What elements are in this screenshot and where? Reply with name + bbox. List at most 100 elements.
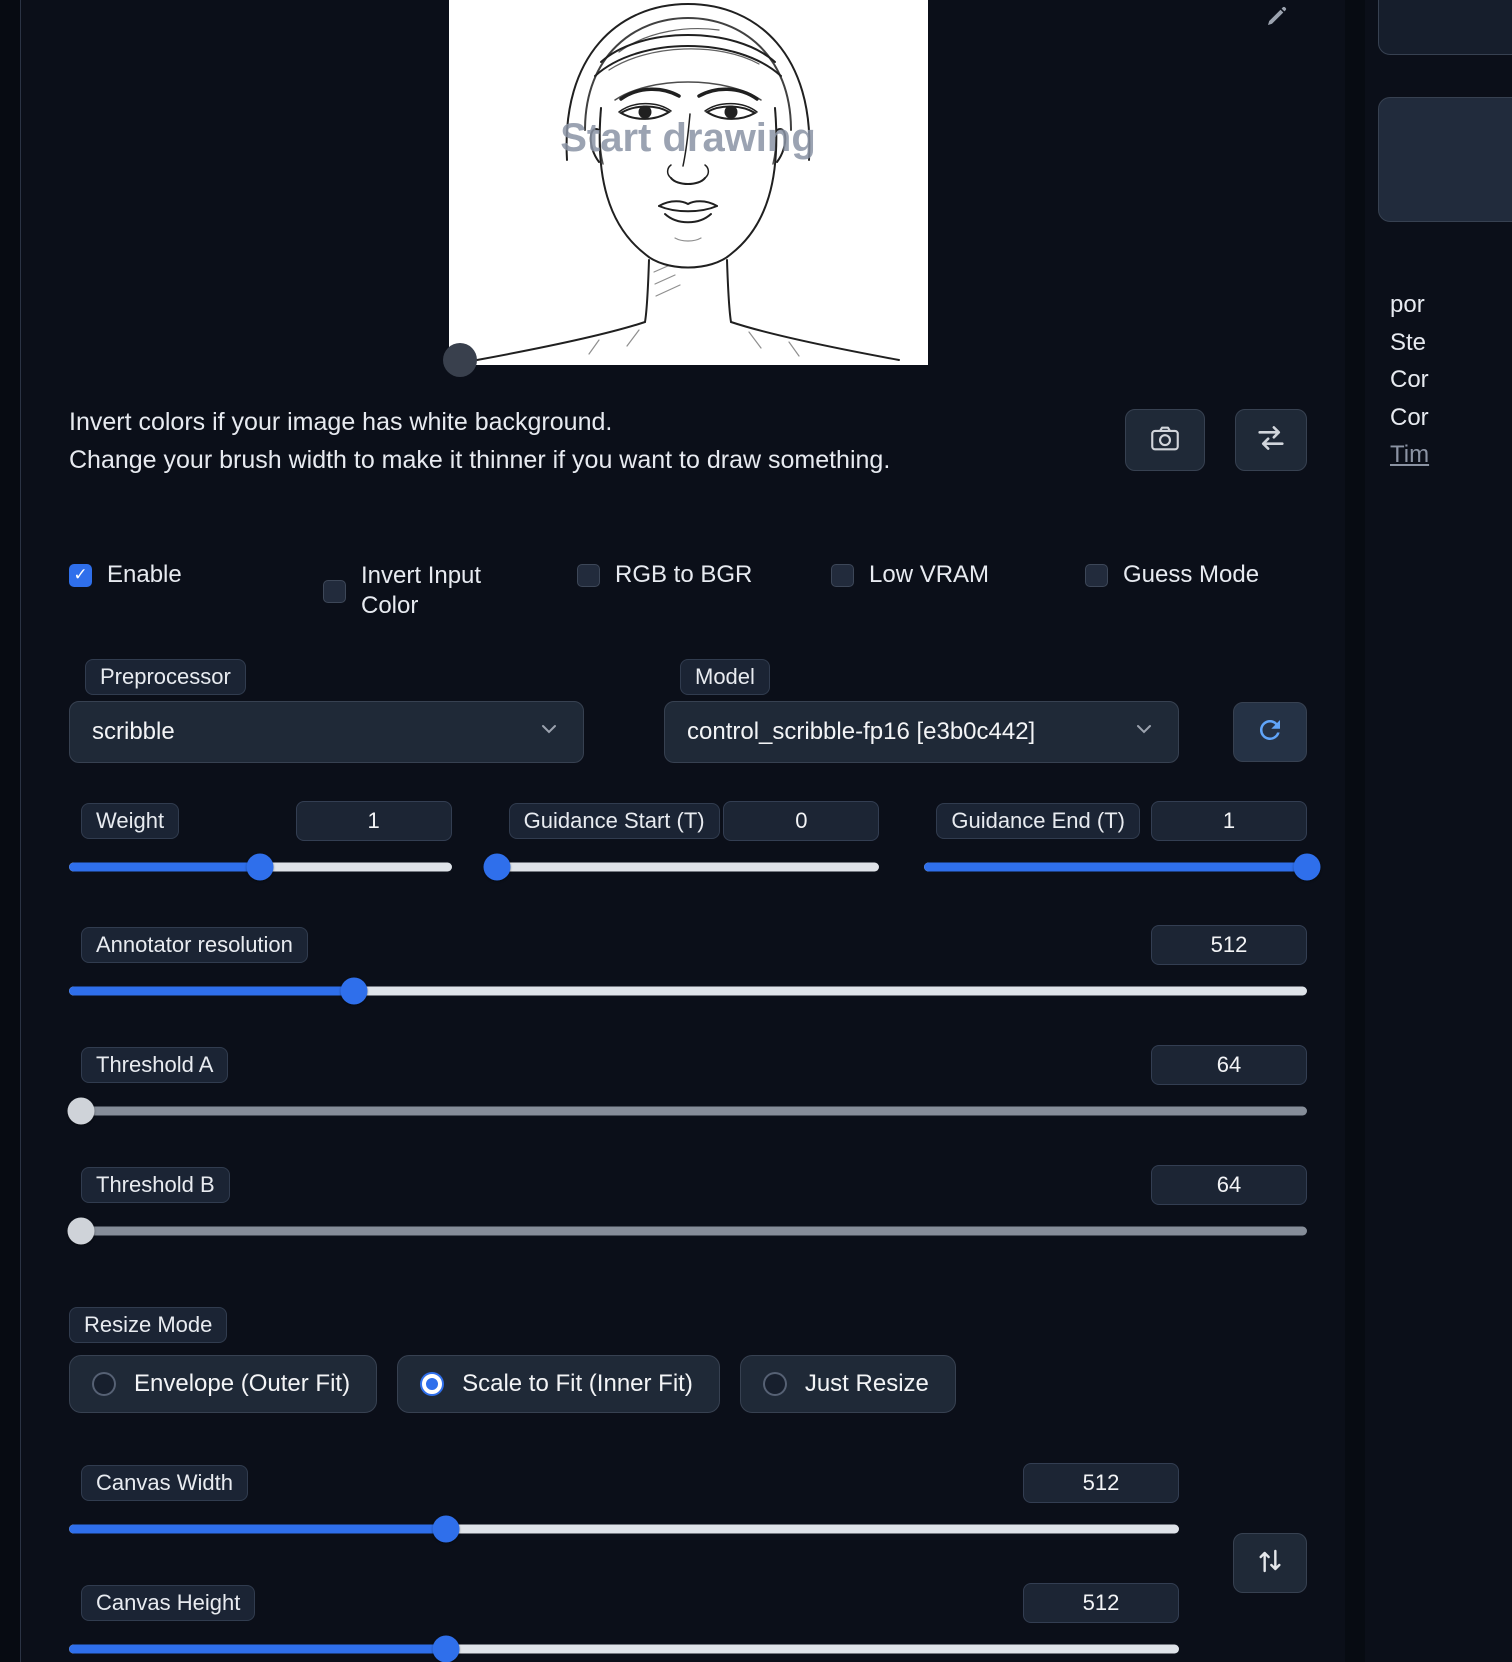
invert-input-color-label: Invert Input Color <box>361 562 482 619</box>
model-label: Model <box>680 659 770 695</box>
enable-label: Enable <box>107 561 182 588</box>
annotator-resolution-label: Annotator resolution <box>81 927 308 963</box>
model-dropdown[interactable]: control_scribble-fp16 [e3b0c442] <box>664 701 1179 763</box>
info-row: Invert colors if your image has white ba… <box>69 403 1307 479</box>
guess-mode-checkbox[interactable]: Guess Mode <box>1085 561 1339 589</box>
radio-label: Just Resize <box>804 1370 929 1397</box>
dropdown-row: Preprocessor scribble Model control_scri… <box>69 659 1307 763</box>
radio-just-resize[interactable]: Just Resize <box>739 1355 956 1413</box>
threshold-a-group: Threshold A 64 <box>67 1045 1307 1125</box>
canvas-height-slider[interactable] <box>69 1635 1179 1662</box>
webcam-button[interactable] <box>1125 409 1205 471</box>
info-line-2: Change your brush width to make it thinn… <box>69 446 891 474</box>
image-preview-canvas[interactable]: Start drawing <box>442 0 928 377</box>
canvas-size-section: Canvas Width 512 Canvas Height 512 <box>69 1463 1307 1662</box>
model-value: control_scribble-fp16 [e3b0c442] <box>687 718 1036 745</box>
swap-dimensions-button[interactable] <box>1233 1533 1307 1593</box>
resize-mode-options: Envelope (Outer Fit) Scale to Fit (Inner… <box>69 1355 1307 1413</box>
weight-guidance-row: Weight 1 Guidance Start (T) 0 Guidance E… <box>69 801 1321 881</box>
guidance-start-slider[interactable] <box>483 853 880 881</box>
refresh-icon <box>1255 715 1285 750</box>
left-gutter <box>0 0 20 1662</box>
radio-scale-to-fit-inner-fit[interactable]: Scale to Fit (Inner Fit) <box>397 1355 720 1413</box>
guidance-end-input[interactable]: 1 <box>1151 801 1308 841</box>
checkbox-box <box>69 563 92 587</box>
canvas-height-label: Canvas Height <box>81 1585 256 1621</box>
checkbox-box <box>323 579 346 603</box>
sidebar-panel-fragment <box>1378 0 1512 55</box>
column-gap <box>1345 0 1365 1662</box>
slider-handle[interactable] <box>1293 853 1321 881</box>
options-checkbox-row: Enable Invert Input Color RGB to BGR Low <box>69 561 1307 621</box>
controlnet-main-column: Start drawing Invert colors if your imag… <box>20 0 1345 1662</box>
threshold-a-input[interactable]: 64 <box>1151 1045 1307 1085</box>
resize-mode-label: Resize Mode <box>69 1307 228 1343</box>
sidebar-generation-info: por Ste Cor Cor Tim <box>1390 286 1512 474</box>
slider-handle[interactable] <box>67 1097 95 1125</box>
threshold-b-slider[interactable] <box>67 1217 1307 1245</box>
weight-group: Weight 1 <box>69 801 452 881</box>
info-buttons <box>1125 409 1307 471</box>
sidebar-text-line: Cor <box>1390 403 1429 431</box>
radio-icon <box>762 1372 787 1396</box>
guess-mode-label: Guess Mode <box>1123 561 1260 588</box>
invert-input-color-checkbox[interactable]: Invert Input Color <box>323 561 577 621</box>
low-vram-checkbox[interactable]: Low VRAM <box>831 561 1085 589</box>
brush-size-handle[interactable] <box>442 343 477 377</box>
refresh-models-button[interactable] <box>1233 702 1307 762</box>
weight-input[interactable]: 1 <box>295 801 452 841</box>
threshold-a-slider[interactable] <box>67 1097 1307 1125</box>
guidance-start-input[interactable]: 0 <box>723 801 880 841</box>
edit-pencil-icon[interactable] <box>1265 4 1289 28</box>
preprocessor-dropdown[interactable]: scribble <box>69 701 584 763</box>
chevron-down-icon <box>537 717 561 748</box>
sidebar-thumbnail-block <box>1378 97 1512 222</box>
swap-horizontal-icon <box>1254 421 1288 460</box>
info-line-1: Invert colors if your image has white ba… <box>69 408 613 436</box>
annotator-resolution-group: Annotator resolution 512 <box>69 925 1307 1005</box>
threshold-b-input[interactable]: 64 <box>1151 1165 1307 1205</box>
guidance-start-group: Guidance Start (T) 0 <box>483 801 880 881</box>
right-sidebar: por Ste Cor Cor Tim <box>1365 0 1512 1662</box>
canvas-height-group: Canvas Height 512 <box>69 1583 1179 1662</box>
annotator-resolution-slider[interactable] <box>69 977 1307 1005</box>
guidance-start-label: Guidance Start (T) <box>508 803 720 839</box>
sidebar-time-link[interactable]: Tim <box>1390 436 1512 474</box>
canvas-width-group: Canvas Width 512 <box>69 1463 1179 1543</box>
preprocessor-group: Preprocessor scribble <box>69 659 584 763</box>
threshold-a-label: Threshold A <box>81 1047 229 1083</box>
guidance-end-slider[interactable] <box>924 853 1321 881</box>
slider-handle[interactable] <box>67 1217 95 1245</box>
info-text: Invert colors if your image has white ba… <box>69 403 890 479</box>
threshold-b-label: Threshold B <box>81 1167 230 1203</box>
sketch-portrait <box>475 2 900 361</box>
mirror-image-button[interactable] <box>1235 409 1307 471</box>
canvas-width-label: Canvas Width <box>81 1465 248 1501</box>
rgb-to-bgr-checkbox[interactable]: RGB to BGR <box>577 561 831 589</box>
controlnet-panel: Start drawing Invert colors if your imag… <box>0 0 1512 1662</box>
radio-envelope-outer-fit[interactable]: Envelope (Outer Fit) <box>69 1355 378 1413</box>
weight-label: Weight <box>81 803 180 839</box>
slider-handle[interactable] <box>483 853 511 881</box>
slider-handle[interactable] <box>340 977 368 1005</box>
chevron-down-icon <box>1132 717 1156 748</box>
guidance-end-group: Guidance End (T) 1 <box>924 801 1321 881</box>
preprocessor-label: Preprocessor <box>85 659 246 695</box>
radio-icon <box>420 1372 445 1396</box>
canvas-width-slider[interactable] <box>69 1515 1179 1543</box>
canvas-width-input[interactable]: 512 <box>1023 1463 1179 1503</box>
slider-handle[interactable] <box>246 853 274 881</box>
slider-handle[interactable] <box>432 1635 460 1662</box>
sidebar-text-line: Ste <box>1390 328 1427 356</box>
swap-vertical-icon <box>1254 1545 1286 1582</box>
annotator-resolution-input[interactable]: 512 <box>1151 925 1307 965</box>
camera-icon <box>1148 421 1182 460</box>
checkbox-box <box>577 563 600 587</box>
radio-label: Envelope (Outer Fit) <box>134 1370 351 1397</box>
resize-mode-group: Resize Mode Envelope (Outer Fit) Scale t… <box>69 1307 1307 1413</box>
weight-slider[interactable] <box>69 853 452 881</box>
canvas-height-input[interactable]: 512 <box>1023 1583 1179 1623</box>
slider-handle[interactable] <box>432 1515 460 1543</box>
enable-checkbox[interactable]: Enable <box>69 561 323 589</box>
guidance-end-label: Guidance End (T) <box>936 803 1140 839</box>
